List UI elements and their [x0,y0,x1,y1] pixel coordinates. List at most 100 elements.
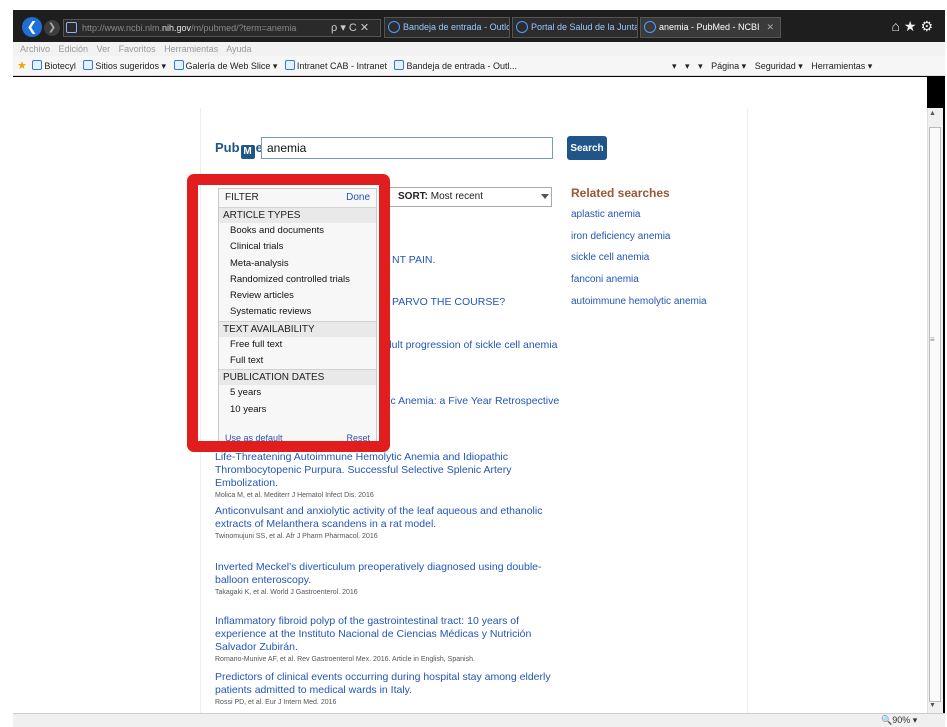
filter-section-publication-dates: PUBLICATION DATES [219,369,376,386]
filter-footer: Use as default Reset [219,429,376,445]
filter-option[interactable]: Clinical trials [219,239,376,255]
result-meta: Molica M, et al. Mediterr J Hematol Infe… [215,492,374,499]
ie-tab-icon [644,21,656,33]
tools-menu[interactable]: Herramientas ▾ [811,61,872,71]
favorite-item[interactable]: Galería de Web Slice ▾ [173,60,278,71]
result-title[interactable]: Life-Threatening Autoimmune Hemolytic An… [215,451,565,490]
logo-mark: M [240,145,255,159]
sort-label: SORT: [398,191,428,202]
menu-archivo[interactable]: Archivo [20,44,50,54]
tab-label: anemia - PubMed - NCBI [659,22,760,32]
menu-favoritos[interactable]: Favoritos [119,44,156,54]
ie-page-icon [284,60,295,70]
page-favicon-icon [66,22,77,33]
tab-label: Bandeja de entrada - Outlook ... [403,22,509,32]
use-as-default-link[interactable]: Use as default [225,433,283,443]
ie-tab-icon [388,21,400,33]
filter-option[interactable]: Meta-analysis [219,256,376,272]
menu-edicion[interactable]: Edición [59,44,89,54]
filter-option[interactable]: Full text [219,353,376,369]
filter-option[interactable]: 5 years [219,385,376,401]
print-dropdown[interactable]: ▾ [698,61,703,71]
filter-option[interactable]: Books and documents [219,223,376,239]
favorite-item[interactable]: Bandeja de entrada - Outl... [394,60,518,71]
result-meta: Rossi PD, et al. Eur J Intern Med. 2016 [215,699,337,706]
favorite-item[interactable]: Intranet CAB - Intranet [284,60,387,71]
scroll-down-icon[interactable]: ▼ [929,702,936,709]
address-suffix: /m/pubmed/?term=anemia [191,23,297,33]
security-menu[interactable]: Seguridad ▾ [755,61,803,71]
favorite-label: Bandeja de entrada - Outl... [406,61,518,71]
ie-page-icon [83,60,94,70]
related-link[interactable]: iron deficiency anemia [571,231,671,242]
result-title[interactable]: Inverted Meckel's diverticulum preoperat… [215,561,565,587]
chevron-down-icon[interactable] [541,194,549,199]
result-title-partial[interactable]: stic Anemia: a Five Year Retrospective [380,395,559,407]
scroll-thumb[interactable] [929,127,941,702]
menu-ver[interactable]: Ver [97,44,111,54]
search-input[interactable] [261,137,553,159]
search-button[interactable]: Search [567,136,607,160]
ie-page-icon [32,60,43,70]
scroll-up-icon[interactable]: ▲ [929,110,936,117]
logo-text-left: Pub [215,140,240,155]
address-tools[interactable]: ρ ▾ C ✕ [331,19,369,37]
filter-header: FILTER Done [219,189,376,207]
filter-option[interactable]: Randomized controlled trials [219,272,376,288]
feeds-dropdown[interactable]: ▾ [685,61,690,71]
result-item: Inflammatory fibroid polyp of the gastro… [215,615,565,663]
scroll-grip-icon: ≡ [930,335,935,344]
tab-junta[interactable]: Portal de Salud de la Junta de ... [512,17,638,38]
sort-dropdown[interactable]: SORT: Most recent [381,187,552,207]
filter-option[interactable]: Free full text [219,337,376,353]
close-tab-icon[interactable]: ✕ [766,18,774,37]
forward-arrow-icon[interactable]: ❯ [44,20,60,36]
home-favorites-settings-icons[interactable]: ⌂★⚙ [891,18,937,35]
page-menu[interactable]: Página ▾ [711,61,746,71]
filter-option[interactable]: 10 years [219,402,376,418]
result-meta: Takagaki K, et al. World J Gastroenterol… [215,589,358,596]
result-item: Predictors of clinical events occurring … [215,671,565,706]
ie-page-icon [173,60,184,70]
favorites-star-icon[interactable]: ★ [17,60,27,72]
favorite-label: Sitios sugeridos ▾ [95,61,166,71]
tab-outlook[interactable]: Bandeja de entrada - Outlook ... [384,17,510,38]
filter-option[interactable]: Systematic reviews [219,304,376,320]
result-title-partial[interactable]: adult progression of sickle cell anemia [380,339,557,351]
filter-option[interactable]: Review articles [219,288,376,304]
result-item: Inverted Meckel's diverticulum preoperat… [215,561,565,596]
reset-link[interactable]: Reset [346,429,370,445]
favorite-item[interactable]: Sitios sugeridos ▾ [83,60,166,71]
related-link[interactable]: sickle cell anemia [571,252,649,263]
result-title-partial[interactable]: NT PAIN. [392,254,435,266]
favorite-label: Galería de Web Slice ▾ [185,61,278,71]
favorite-item[interactable]: Biotecyl [32,60,76,71]
command-bar: ▾ ▾ ▾ Página ▾ Seguridad ▾ Herramientas … [672,56,878,76]
related-link[interactable]: aplastic anemia [571,209,640,220]
tab-label: Portal de Salud de la Junta de ... [531,22,638,32]
ie-page-icon [394,60,405,70]
result-item: Life-Threatening Autoimmune Hemolytic An… [215,451,565,499]
ie-tab-icon [516,21,528,33]
tab-pubmed-active[interactable]: anemia - PubMed - NCBI ✕ [640,17,781,38]
result-title[interactable]: Predictors of clinical events occurring … [215,671,565,697]
related-link[interactable]: autoimmune hemolytic anemia [571,296,707,307]
result-meta: Romano-Munive AF, et al. Rev Gastroenter… [215,656,475,663]
result-item: Anticonvulsant and anxiolytic activity o… [215,505,565,540]
result-meta: Twinomujuni SS, et al. Afr J Pharm Pharm… [215,533,378,540]
zoom-control[interactable]: 🔍90% ▾ [881,714,917,726]
menu-ayuda[interactable]: Ayuda [226,44,251,54]
related-searches-heading: Related searches [571,186,670,200]
filter-section-text-availability: TEXT AVAILABILITY [219,320,376,337]
back-arrow-icon[interactable]: ❮ [22,17,42,37]
home-dropdown[interactable]: ▾ [672,61,677,71]
result-title[interactable]: Anticonvulsant and anxiolytic activity o… [215,505,565,531]
sort-value: Most recent [430,191,484,202]
related-link[interactable]: fanconi anemia [571,274,639,285]
address-host: nih.gov [162,23,192,33]
result-title-partial[interactable]: PARVO THE COURSE? [392,296,505,308]
menu-bar: Archivo Edición Ver Favoritos Herramient… [13,42,945,56]
filter-done-link[interactable]: Done [346,189,370,207]
result-title[interactable]: Inflammatory fibroid polyp of the gastro… [215,615,565,654]
menu-herramientas[interactable]: Herramientas [164,44,218,54]
